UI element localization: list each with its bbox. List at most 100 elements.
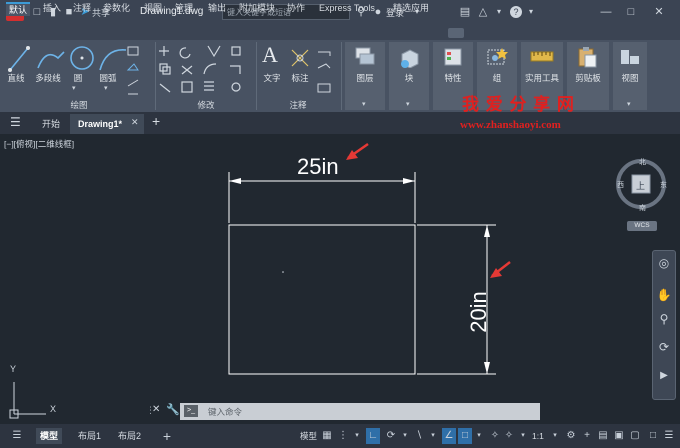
chevron-down-icon[interactable]: ▾ bbox=[350, 428, 364, 444]
pan-hand-icon[interactable]: ✋ bbox=[656, 288, 672, 304]
chevron-down-icon[interactable]: ▾ bbox=[472, 428, 486, 444]
chevron-down-icon[interactable]: ▾ bbox=[492, 5, 506, 19]
close-tab-icon[interactable]: ✕ bbox=[131, 117, 139, 128]
tab-view[interactable]: 视图 bbox=[141, 2, 165, 16]
viewcube-north[interactable]: 北 bbox=[639, 157, 646, 167]
annotation-scale[interactable]: 1:1 bbox=[528, 428, 548, 444]
annotation-panel-label[interactable]: 注释 bbox=[258, 99, 338, 111]
properties-button[interactable]: 特性 bbox=[435, 72, 471, 84]
snap-icon[interactable]: ⋮ bbox=[336, 428, 350, 444]
tab-layout1[interactable]: 布局1 bbox=[74, 428, 105, 444]
scale-icon bbox=[181, 81, 193, 93]
tab-collaborate[interactable]: 协作 bbox=[284, 2, 308, 16]
tab-layout2[interactable]: 布局2 bbox=[114, 428, 145, 444]
group-button[interactable]: 组 bbox=[479, 72, 515, 84]
cart-icon[interactable]: ▤ bbox=[458, 5, 472, 19]
tab-output[interactable]: 输出 bbox=[205, 2, 229, 16]
tab-express-tools[interactable]: Express Tools bbox=[316, 2, 378, 16]
chevron-down-icon[interactable]: ▾ bbox=[72, 84, 76, 92]
plus-icon[interactable]: + bbox=[580, 428, 594, 444]
tab-parametric[interactable]: 参数化 bbox=[100, 2, 133, 16]
viewcube-east[interactable]: 东 bbox=[660, 180, 667, 190]
layers-button[interactable]: 图层 bbox=[347, 72, 383, 84]
orbit-icon[interactable]: ⟳ bbox=[656, 340, 672, 356]
tab-model[interactable]: 模型 bbox=[36, 428, 63, 444]
tab-default[interactable]: 默认 bbox=[6, 2, 31, 16]
line-button[interactable]: 直线 bbox=[4, 72, 28, 84]
chevron-down-icon[interactable]: ▾ bbox=[398, 428, 412, 444]
panel-divider bbox=[256, 42, 257, 110]
chevron-down-icon[interactable]: ▾ bbox=[406, 100, 410, 108]
draw-panel-label[interactable]: 绘图 bbox=[4, 99, 154, 111]
text-icon[interactable]: A bbox=[262, 42, 278, 68]
help-icon[interactable]: ? bbox=[510, 6, 522, 18]
tab-featured-apps[interactable]: 精选应用 bbox=[390, 2, 432, 16]
tab-addins[interactable]: 附加模块 bbox=[236, 2, 278, 16]
block-icon bbox=[401, 49, 419, 68]
viewcube-top-face[interactable]: 上 bbox=[636, 179, 645, 192]
chevron-down-icon[interactable]: ▾ bbox=[362, 100, 366, 108]
annotation-visibility-icon[interactable]: ✧ bbox=[488, 428, 502, 444]
autodesk-app-icon[interactable]: △ bbox=[476, 5, 490, 19]
wrench-icon[interactable]: 🔧 bbox=[166, 403, 180, 416]
command-prompt-icon[interactable]: >_ bbox=[184, 405, 198, 417]
arc-button[interactable]: 圆弧 bbox=[96, 72, 120, 84]
line-icon bbox=[9, 47, 29, 71]
tab-manage[interactable]: 管理 bbox=[172, 2, 196, 16]
text-button[interactable]: 文字 bbox=[260, 72, 284, 84]
view-button[interactable]: 视图 bbox=[613, 72, 647, 84]
add-layout-button[interactable]: + bbox=[160, 428, 174, 444]
isolate-objects-icon[interactable]: ▤ bbox=[596, 428, 610, 444]
workspace-gear-icon[interactable]: ⚙ bbox=[564, 428, 578, 444]
menu-icon[interactable]: ☰ bbox=[10, 428, 24, 444]
viewcube-south[interactable]: 南 bbox=[639, 203, 646, 213]
modify-tool-icons[interactable] bbox=[158, 44, 252, 96]
polar-tracking-icon[interactable]: ⟳ bbox=[384, 428, 398, 444]
ortho-icon[interactable]: ∟ bbox=[366, 428, 380, 444]
tab-start[interactable]: 开始 bbox=[42, 117, 60, 130]
fullscreen-icon[interactable]: □ bbox=[646, 428, 660, 444]
chevron-down-icon[interactable]: ▾ bbox=[548, 428, 562, 444]
ribbon-toggle-button[interactable] bbox=[448, 28, 464, 38]
utilities-button[interactable]: 实用工具 bbox=[521, 72, 563, 84]
object-snap-tracking-icon[interactable]: ∠ bbox=[442, 428, 456, 444]
viewcube-west[interactable]: 西 bbox=[617, 180, 624, 190]
minimize-icon[interactable]: — bbox=[599, 5, 613, 19]
chevron-down-icon[interactable]: ▾ bbox=[426, 428, 440, 444]
zoom-icon[interactable]: ⚲ bbox=[656, 312, 672, 328]
annotation-small-tools[interactable] bbox=[316, 46, 336, 96]
modify-panel-label[interactable]: 修改 bbox=[158, 99, 254, 111]
add-tab-button[interactable]: + bbox=[152, 113, 160, 129]
circle-button[interactable]: 圆 bbox=[70, 72, 86, 84]
close-command-icon[interactable]: ✕ bbox=[152, 404, 160, 415]
arc-icon bbox=[99, 49, 127, 71]
close-icon[interactable]: ✕ bbox=[652, 5, 666, 19]
menu-icon[interactable]: ☰ bbox=[10, 115, 21, 129]
clipboard-button[interactable]: 剪贴板 bbox=[567, 72, 609, 84]
chevron-down-icon[interactable]: ▾ bbox=[104, 84, 108, 92]
tab-insert[interactable]: 插入 bbox=[40, 2, 64, 16]
command-input[interactable]: 键入命令 bbox=[208, 406, 242, 418]
maximize-icon[interactable]: □ bbox=[624, 5, 638, 19]
block-button[interactable]: 块 bbox=[391, 72, 427, 84]
isodraft-icon[interactable]: ∖ bbox=[412, 428, 426, 444]
customization-menu-icon[interactable]: ☰ bbox=[662, 428, 676, 444]
hardware-acceleration-icon[interactable]: ▣ bbox=[612, 428, 626, 444]
dimension-button[interactable]: 标注 bbox=[288, 72, 312, 84]
drawing-svg bbox=[9, 142, 511, 419]
arrowhead-left bbox=[229, 178, 241, 184]
steering-wheel-icon[interactable]: ◎ bbox=[656, 256, 672, 272]
dimension-icon[interactable] bbox=[288, 46, 312, 70]
chevron-down-icon[interactable]: ▾ bbox=[627, 100, 631, 108]
draw-small-tools[interactable] bbox=[126, 44, 156, 96]
polyline-button[interactable]: 多段线 bbox=[32, 72, 64, 84]
model-space-button[interactable]: 模型 bbox=[296, 428, 321, 444]
grid-icon[interactable]: ▦ bbox=[320, 428, 334, 444]
clean-screen-icon[interactable]: ▢ bbox=[628, 428, 642, 444]
object-snap-icon[interactable]: □ bbox=[458, 428, 472, 444]
tab-annotate[interactable]: 注释 bbox=[70, 2, 94, 16]
showmotion-icon[interactable]: ▶ bbox=[656, 370, 672, 386]
annotation-scale-icon[interactable]: ✧ bbox=[502, 428, 516, 444]
chevron-down-icon[interactable]: ▾ bbox=[524, 5, 538, 19]
wcs-menu[interactable]: WCS bbox=[627, 221, 657, 231]
